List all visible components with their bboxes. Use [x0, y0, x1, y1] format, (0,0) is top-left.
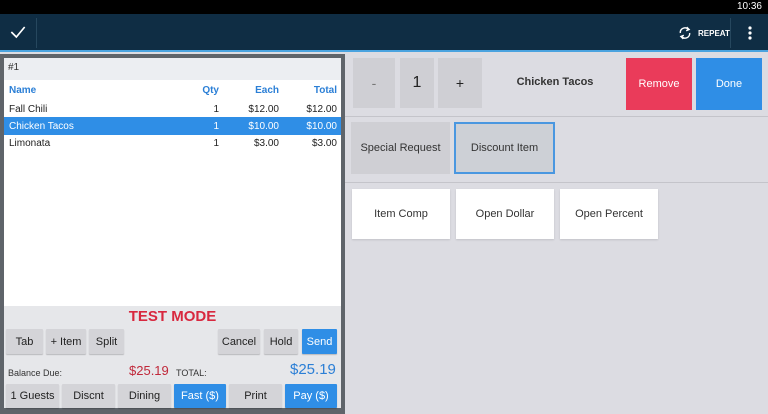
item-name: Fall Chili — [9, 104, 48, 115]
increment-button[interactable]: + — [438, 58, 482, 108]
print-button[interactable]: Print — [229, 384, 282, 408]
dining-button[interactable]: Dining — [118, 384, 171, 408]
item-name: Limonata — [9, 138, 51, 149]
item-each: $10.00 — [248, 121, 279, 132]
app-bar-divider — [36, 18, 37, 48]
item-editor-panel: - 1 + Chicken Tacos Remove Done Special … — [345, 54, 768, 414]
balance-due-value: $25.19 — [129, 363, 169, 378]
status-time: 10:36 — [736, 1, 762, 12]
ticket-row[interactable]: Fall Chili 1 $12.00 $12.00 — [4, 100, 341, 118]
item-name: Chicken Tacos — [9, 121, 74, 132]
item-total: $12.00 — [306, 104, 337, 115]
order-number: #1 — [4, 58, 341, 80]
ticket-header: Name Qty Each Total — [4, 82, 341, 98]
ticket-panel: #1 Name Qty Each Total Fall Chili 1 $12.00… — [0, 54, 345, 414]
item-each: $3.00 — [253, 138, 279, 149]
tab-button[interactable]: Tab — [6, 329, 43, 354]
tab-special-request[interactable]: Special Request — [351, 122, 450, 174]
total-label: TOTAL: — [176, 368, 207, 378]
column-name: Name — [9, 85, 37, 96]
ticket-footer: TEST MODE Tab + Item Split Cancel Hold S… — [4, 306, 341, 408]
open-dollar-button[interactable]: Open Dollar — [456, 189, 554, 239]
item-qty: 1 — [213, 104, 219, 115]
editor-divider — [345, 182, 768, 183]
column-total: Total — [313, 85, 337, 96]
item-total: $3.00 — [311, 138, 337, 149]
send-button[interactable]: Send — [302, 329, 337, 354]
item-total: $10.00 — [306, 121, 337, 132]
split-button[interactable]: Split — [89, 329, 124, 354]
test-mode-banner: TEST MODE — [128, 308, 217, 325]
item-comp-button[interactable]: Item Comp — [352, 189, 450, 239]
item-qty: 1 — [213, 138, 219, 149]
guests-button[interactable]: 1 Guests — [6, 384, 59, 408]
item-each: $12.00 — [248, 104, 279, 115]
add-item-button[interactable]: + Item — [46, 329, 86, 354]
discount-button[interactable]: Discnt — [62, 384, 115, 408]
hold-button[interactable]: Hold — [264, 329, 298, 354]
check-icon[interactable] — [8, 22, 28, 42]
cancel-button[interactable]: Cancel — [218, 329, 260, 354]
more-vert-icon[interactable] — [744, 25, 756, 41]
ticket-list: #1 Name Qty Each Total Fall Chili 1 $12.00… — [4, 58, 341, 408]
total-value: $25.19 — [290, 361, 336, 378]
open-percent-button[interactable]: Open Percent — [560, 189, 658, 239]
pay-button[interactable]: Pay ($) — [285, 384, 337, 408]
column-each: Each — [255, 85, 279, 96]
app-bar: REPEAT — [0, 14, 768, 52]
repeat-label: REPEAT — [698, 28, 730, 38]
editor-divider — [345, 116, 768, 117]
repeat-button[interactable]: REPEAT — [678, 24, 730, 42]
selected-item-name: Chicken Tacos — [516, 76, 594, 88]
decrement-button[interactable]: - — [353, 58, 395, 108]
done-button[interactable]: Done — [696, 58, 762, 110]
item-qty: 1 — [213, 121, 219, 132]
refresh-icon — [679, 26, 691, 40]
remove-button[interactable]: Remove — [626, 58, 692, 110]
tab-discount-item[interactable]: Discount Item — [454, 122, 555, 174]
fast-pay-button[interactable]: Fast ($) — [174, 384, 226, 408]
ticket-row[interactable]: Chicken Tacos 1 $10.00 $10.00 — [4, 117, 341, 135]
quantity-value: 1 — [400, 58, 434, 108]
ticket-row[interactable]: Limonata 1 $3.00 $3.00 — [4, 134, 341, 152]
status-bar: 10:36 — [0, 0, 768, 14]
column-qty: Qty — [202, 85, 219, 96]
app-bar-divider — [730, 18, 731, 48]
balance-due-label: Balance Due: — [8, 368, 63, 378]
